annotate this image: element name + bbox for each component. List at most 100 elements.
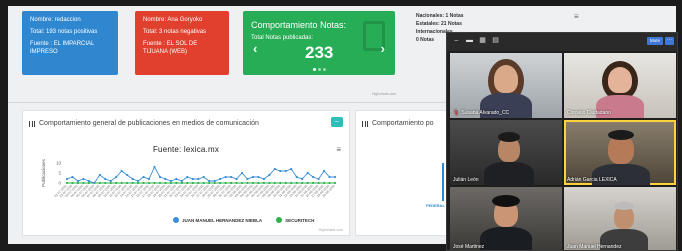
data-point xyxy=(328,175,331,179)
participant-video xyxy=(494,65,518,93)
data-point xyxy=(120,181,123,185)
data-point xyxy=(197,177,200,181)
participant-video xyxy=(608,130,634,140)
data-point xyxy=(262,181,265,185)
data-point xyxy=(208,181,211,185)
more-options-button[interactable]: ··· xyxy=(665,37,674,45)
data-point xyxy=(251,175,255,179)
participant-name: 🎙 Susana Alvarado_CC xyxy=(453,110,510,116)
participant-tile[interactable]: Juan Manuel Hernandez xyxy=(564,187,676,250)
negative-notes-card[interactable]: Nombre: Ana Goryoko Total: 3 notas negat… xyxy=(135,11,229,75)
card-name: Nombre: redaccion xyxy=(30,17,81,23)
carousel-dot[interactable] xyxy=(323,68,326,71)
data-point xyxy=(224,175,227,179)
mute-button[interactable]: Mute xyxy=(647,37,663,45)
notes-behavior-card: Comportamiento Notas: Total Notas public… xyxy=(243,11,395,75)
participant-tile[interactable]: José Martinez xyxy=(450,187,562,250)
grid-view-icon[interactable]: ▤ xyxy=(491,37,500,45)
participant-name: Consejo Ciudadano xyxy=(567,110,611,116)
data-point xyxy=(126,181,129,185)
data-point xyxy=(306,181,309,185)
legend-label: JUAN MANUEL HERNANDEZ NIEBLA xyxy=(182,217,263,223)
legend-item[interactable]: JUAN MANUEL HERNANDEZ NIEBLA xyxy=(173,217,262,223)
chart-credit: Highcharts.com xyxy=(318,228,343,232)
data-point xyxy=(87,181,90,185)
panel-header: Comportamiento po xyxy=(362,120,433,127)
data-point xyxy=(137,181,140,185)
minimize-icon[interactable]: ▬ xyxy=(465,37,474,45)
data-point xyxy=(290,167,293,171)
data-point xyxy=(268,181,271,185)
card-name: Nombre: Ana Goryoko xyxy=(143,17,203,23)
data-point xyxy=(180,179,183,183)
data-point xyxy=(120,169,123,173)
data-point xyxy=(98,181,101,185)
data-point xyxy=(164,181,167,185)
data-point xyxy=(279,169,282,173)
data-point xyxy=(202,181,205,185)
data-point xyxy=(109,179,112,183)
data-point xyxy=(109,181,112,185)
participant-tile[interactable]: Consejo Ciudadano xyxy=(564,53,676,118)
data-point xyxy=(164,177,167,181)
data-point xyxy=(98,173,101,177)
carousel-dots xyxy=(313,68,326,71)
participant-tile[interactable]: 🎙 Susana Alvarado_CC xyxy=(450,53,562,118)
card-total: Total: 3 notas negativas xyxy=(143,29,207,35)
data-point xyxy=(115,175,118,179)
positive-notes-card[interactable]: Nombre: redaccion Total: 193 notas posit… xyxy=(22,11,118,75)
participant-video xyxy=(492,195,520,207)
hamburger-menu-icon[interactable]: ≡ xyxy=(574,12,579,21)
data-point xyxy=(82,177,85,181)
scope-state: Estatales: 21 Notas xyxy=(416,21,462,27)
data-point xyxy=(301,181,304,185)
data-point xyxy=(273,181,276,185)
y-tick-label: 5 xyxy=(58,171,61,176)
data-point xyxy=(273,167,276,171)
legend-swatch xyxy=(173,217,179,223)
data-point xyxy=(137,179,140,183)
gallery-view-icon[interactable]: ▦ xyxy=(478,37,487,45)
data-point xyxy=(126,173,129,177)
data-point xyxy=(142,181,145,185)
data-point xyxy=(317,181,320,185)
y-tick-label: 10 xyxy=(56,161,62,166)
data-point xyxy=(328,181,331,185)
data-point xyxy=(104,177,107,181)
data-point xyxy=(235,181,238,185)
data-point xyxy=(219,181,222,185)
participant-tile[interactable]: Adrián Garcia LEXICA xyxy=(564,120,676,185)
data-point xyxy=(257,181,260,185)
chart-legend: JUAN MANUEL HERNANDEZ NIEBLA SECURITECH xyxy=(173,217,314,223)
data-point xyxy=(158,175,162,179)
data-point xyxy=(115,181,118,185)
chevron-right-icon[interactable]: › xyxy=(381,42,385,55)
data-point xyxy=(147,181,151,185)
data-point xyxy=(251,181,255,185)
data-point xyxy=(65,181,69,185)
data-point xyxy=(262,177,265,181)
data-point xyxy=(301,177,304,181)
carousel-dot[interactable] xyxy=(318,68,321,71)
data-point xyxy=(76,179,80,183)
data-point xyxy=(219,177,222,181)
section-divider xyxy=(8,102,448,103)
data-point xyxy=(284,169,287,173)
data-point xyxy=(153,181,156,185)
data-point xyxy=(131,177,134,181)
data-point xyxy=(257,175,260,179)
data-point xyxy=(87,179,90,183)
scope-national: Nacionales: 1 Notas xyxy=(416,13,464,19)
legend-swatch xyxy=(276,217,283,223)
chevron-left-icon[interactable]: ‹ xyxy=(253,42,257,55)
minimize-icon[interactable]: – xyxy=(452,37,461,45)
data-point xyxy=(208,179,211,183)
bar-chart-icon xyxy=(362,120,368,127)
data-point xyxy=(229,181,233,185)
data-point xyxy=(191,181,194,185)
data-point xyxy=(240,181,244,185)
participant-tile[interactable]: Julián León xyxy=(450,120,562,185)
legend-item[interactable]: SECURITECH xyxy=(276,217,314,223)
data-point xyxy=(322,181,326,185)
carousel-dot[interactable] xyxy=(313,68,316,71)
